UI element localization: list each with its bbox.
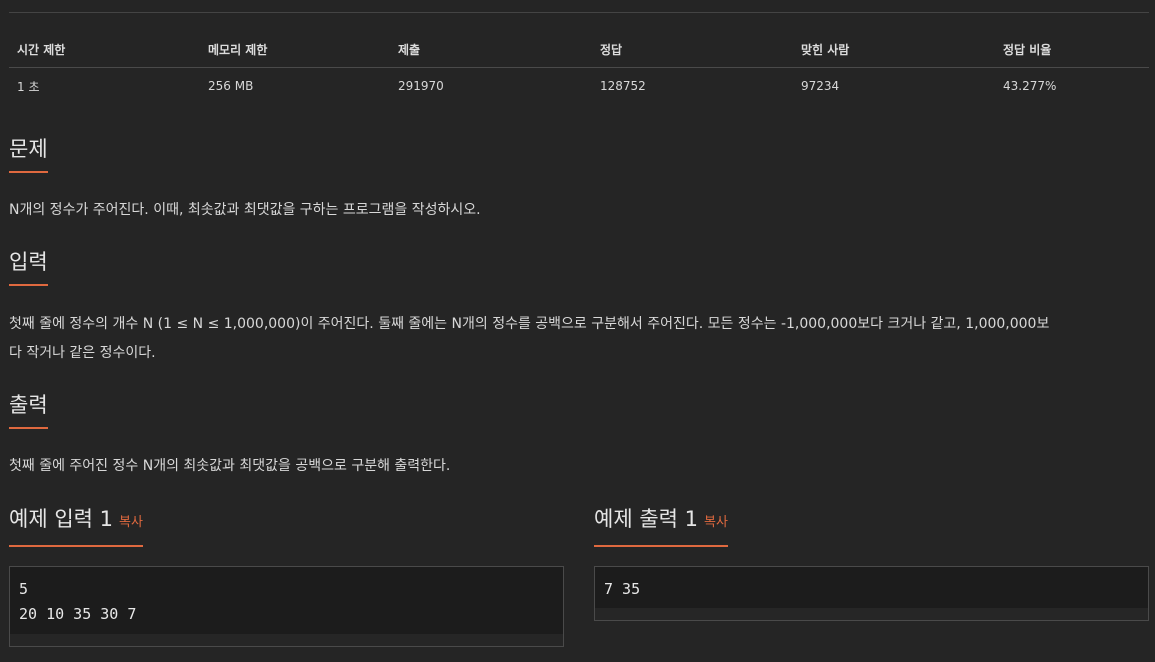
header-memory-limit: 메모리 제한 [200, 32, 390, 68]
output-description: 첫째 줄에 주어진 정수 N개의 최솟값과 최댓값을 공백으로 구분해 출력한다… [9, 458, 451, 474]
sample-input-line: 5 [19, 580, 29, 598]
sample-input-title: 예제 입력 1 [9, 507, 113, 531]
top-divider [9, 12, 1149, 13]
value-time-limit: 1 초 [17, 79, 40, 94]
value-solved-users: 97234 [801, 79, 840, 93]
value-submissions: 291970 [398, 79, 444, 93]
value-accepted: 128752 [600, 79, 646, 93]
sample-input-heading: 예제 입력 1 복사 [9, 506, 143, 547]
input-heading: 입력 [9, 249, 48, 286]
value-accept-ratio: 43.277% [1003, 79, 1057, 93]
value-memory-limit: 256 MB [208, 79, 254, 93]
problem-description: N개의 정수가 주어진다. 이때, 최솟값과 최댓값을 구하는 프로그램을 작성… [9, 202, 481, 218]
copy-sample-input-button[interactable]: 복사 [119, 515, 143, 530]
info-header-row: 시간 제한 메모리 제한 제출 정답 맞힌 사람 정답 비율 [9, 32, 1149, 68]
sample-input-box[interactable]: 5 20 10 35 30 7 [9, 566, 564, 647]
problem-info-table: 시간 제한 메모리 제한 제출 정답 맞힌 사람 정답 비율 1 초 256 M… [9, 32, 1149, 104]
problem-heading: 문제 [9, 136, 48, 173]
header-time-limit: 시간 제한 [9, 32, 200, 68]
problem-page: 시간 제한 메모리 제한 제출 정답 맞힌 사람 정답 비율 1 초 256 M… [0, 0, 1155, 662]
copy-sample-output-button[interactable]: 복사 [704, 515, 728, 530]
sample-output-title: 예제 출력 1 [594, 507, 698, 531]
sample-output-line: 7 35 [604, 580, 641, 598]
horizontal-scrollbar[interactable] [10, 634, 563, 646]
input-description: 첫째 줄에 정수의 개수 N (1 ≤ N ≤ 1,000,000)이 주어진다… [9, 310, 1149, 368]
sample-input-line: 20 10 35 30 7 [19, 605, 137, 623]
sample-output-heading: 예제 출력 1 복사 [594, 506, 728, 547]
input-description-line: 다 작거나 같은 정수이다. [9, 345, 156, 361]
header-accept-ratio: 정답 비율 [995, 32, 1149, 68]
header-accepted: 정답 [592, 32, 793, 68]
header-submissions: 제출 [390, 32, 592, 68]
output-heading: 출력 [9, 392, 48, 429]
header-solved-users: 맞힌 사람 [793, 32, 995, 68]
input-description-line: 첫째 줄에 정수의 개수 N (1 ≤ N ≤ 1,000,000)이 주어진다… [9, 316, 1050, 332]
sample-output-box[interactable]: 7 35 [594, 566, 1149, 621]
horizontal-scrollbar[interactable] [595, 608, 1148, 620]
info-value-row: 1 초 256 MB 291970 128752 97234 43.277% [9, 68, 1149, 105]
